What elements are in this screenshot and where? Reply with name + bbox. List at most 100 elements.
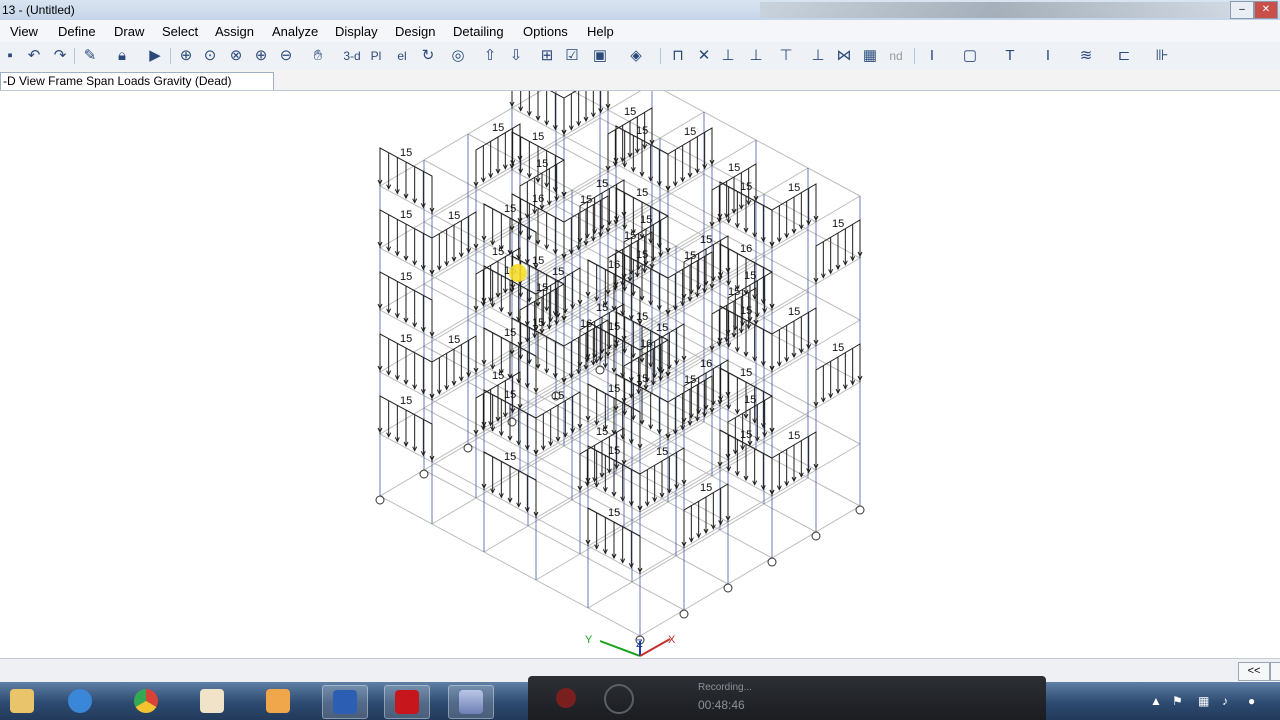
wall-icon[interactable]: ⊪ — [1152, 46, 1172, 66]
joint-icon[interactable]: ✕ — [694, 46, 714, 66]
load-value-label: 15 — [504, 389, 516, 401]
menu-options[interactable]: Options — [523, 24, 568, 39]
taskbar-folder[interactable] — [0, 685, 44, 717]
redo-icon[interactable]: ↷ — [50, 46, 70, 66]
restraint-icon[interactable]: ⊥ — [808, 46, 828, 66]
lock-icon[interactable]: 🔒︎ — [112, 46, 132, 66]
tray-security-icon[interactable]: ● — [1248, 694, 1255, 708]
menu-analyze[interactable]: Analyze — [272, 24, 318, 39]
taskbar-word[interactable] — [322, 685, 368, 719]
model-view-canvas[interactable]: 15 15 15 15 15 16 15 15 15 15 15 15 15 15 15 15 16 15 15 15… — [0, 55, 1280, 658]
load-value-label: 15 — [552, 266, 564, 278]
toolbar-separator — [914, 48, 915, 64]
spring-icon[interactable]: ⋈ — [834, 46, 854, 66]
frame-load-icon[interactable]: ⊥ — [718, 46, 738, 66]
tray-network-icon[interactable]: ▦ — [1198, 694, 1209, 708]
support-icon — [375, 495, 385, 505]
tray-arrow-icon[interactable]: ▲ — [1150, 694, 1162, 708]
view-3d-button[interactable]: 3-d — [340, 46, 364, 66]
load-value-label: 15 — [684, 374, 696, 386]
taskbar-ie[interactable] — [58, 685, 102, 717]
taskbar-etabs[interactable] — [448, 685, 494, 719]
mesh-icon[interactable]: ▦ — [860, 46, 880, 66]
load-value-label: 15 — [596, 302, 608, 314]
steel-design-icon[interactable]: I — [1038, 46, 1058, 66]
taskbar-sketch[interactable] — [190, 685, 234, 717]
load-value-label: 15 — [448, 334, 460, 346]
tray-flag-icon[interactable]: ⚑ — [1172, 694, 1183, 708]
load-value-label: 15 — [744, 270, 756, 282]
load-value-label: 15 — [744, 394, 756, 406]
plan-view-button[interactable]: Pl — [366, 46, 386, 66]
section-cut-icon[interactable]: ⊏ — [1114, 46, 1134, 66]
rotate-icon[interactable]: ↻ — [418, 46, 438, 66]
blurred-region — [760, 2, 1230, 18]
set-display-icon[interactable]: ☑ — [562, 46, 582, 66]
taskbar-autocad[interactable] — [384, 685, 430, 719]
frame-icon[interactable]: ⊓ — [668, 46, 688, 66]
menu-help[interactable]: Help — [587, 24, 614, 39]
load-value-label: 16 — [608, 259, 620, 271]
zoom-in-icon[interactable]: ⊕ — [251, 46, 271, 66]
nav-next-button[interactable] — [1270, 662, 1280, 681]
taskbar-media[interactable] — [256, 685, 300, 717]
tray-volume-icon[interactable]: ♪ — [1222, 694, 1228, 708]
record-icon[interactable] — [556, 688, 576, 708]
zoom-out-icon[interactable]: ⊖ — [276, 46, 296, 66]
stop-icon[interactable] — [604, 684, 634, 714]
undo-icon[interactable]: ↶ — [24, 46, 44, 66]
load-value-label: 15 — [596, 426, 608, 438]
menu-design[interactable]: Design — [395, 24, 435, 39]
menu-view[interactable]: View — [10, 24, 38, 39]
support-icon[interactable]: ⊤ — [776, 46, 796, 66]
folder-icon — [10, 689, 34, 713]
load-value-label: 15 — [536, 282, 548, 294]
menu-assign[interactable]: Assign — [215, 24, 254, 39]
beam-design-icon[interactable]: I — [922, 46, 942, 66]
load-value-label: 15 — [684, 250, 696, 262]
load-value-label: 15 — [788, 182, 800, 194]
slab-design-icon[interactable]: ▢ — [960, 46, 980, 66]
load-value-label: 15 — [636, 249, 648, 261]
elevation-view-button[interactable]: el — [392, 46, 412, 66]
load-value-label: 15 — [788, 430, 800, 442]
nd-button[interactable]: nd — [886, 46, 906, 66]
zoom-window-icon[interactable]: ⊕ — [176, 46, 196, 66]
column-design-icon[interactable]: T — [1000, 46, 1020, 66]
move-down-icon[interactable]: ⇩ — [506, 46, 526, 66]
menu-define[interactable]: Define — [58, 24, 96, 39]
word-icon — [333, 690, 357, 714]
close-button[interactable]: ✕ — [1254, 1, 1278, 19]
object-shrink-icon[interactable]: ⊞ — [537, 46, 557, 66]
tab-3d-view[interactable]: -D View Frame Span Loads Gravity (Dead) — [0, 72, 274, 90]
display-options-icon[interactable]: ▣ — [590, 46, 610, 66]
pan-icon[interactable]: ✋︎ — [308, 46, 328, 66]
support-icon — [855, 505, 865, 515]
zoom-full-icon[interactable]: ⊗ — [226, 46, 246, 66]
run-analysis-icon[interactable]: ▶ — [145, 46, 165, 66]
menu-detailing[interactable]: Detailing — [453, 24, 504, 39]
menu-display[interactable]: Display — [335, 24, 378, 39]
load-value-label: 15 — [492, 370, 504, 382]
object-view-icon[interactable]: ◈ — [626, 46, 646, 66]
taskbar-chrome[interactable] — [124, 685, 168, 717]
load-value-label: 15 — [608, 383, 620, 395]
perspective-icon[interactable]: ◎ — [448, 46, 468, 66]
load-value-label: 15 — [640, 214, 652, 226]
menu-draw[interactable]: Draw — [114, 24, 144, 39]
minimize-button[interactable]: – — [1230, 1, 1254, 19]
deck-icon[interactable]: ≋ — [1076, 46, 1096, 66]
move-up-icon[interactable]: ⇧ — [480, 46, 500, 66]
load-value-label: 15 — [832, 218, 844, 230]
zoom-restore-icon[interactable]: ⊙ — [200, 46, 220, 66]
menu-select[interactable]: Select — [162, 24, 198, 39]
beam — [467, 443, 729, 585]
toolbar-separator — [170, 48, 171, 64]
shell-load-icon[interactable]: ⊥ — [746, 46, 766, 66]
nav-prev-button[interactable]: << — [1238, 662, 1270, 681]
load-value-label: 15 — [740, 429, 752, 441]
beam — [639, 443, 861, 575]
load-value-label: 15 — [532, 317, 544, 329]
pencil-icon[interactable]: ✎ — [80, 46, 100, 66]
save-icon[interactable]: ▪ — [0, 46, 20, 66]
